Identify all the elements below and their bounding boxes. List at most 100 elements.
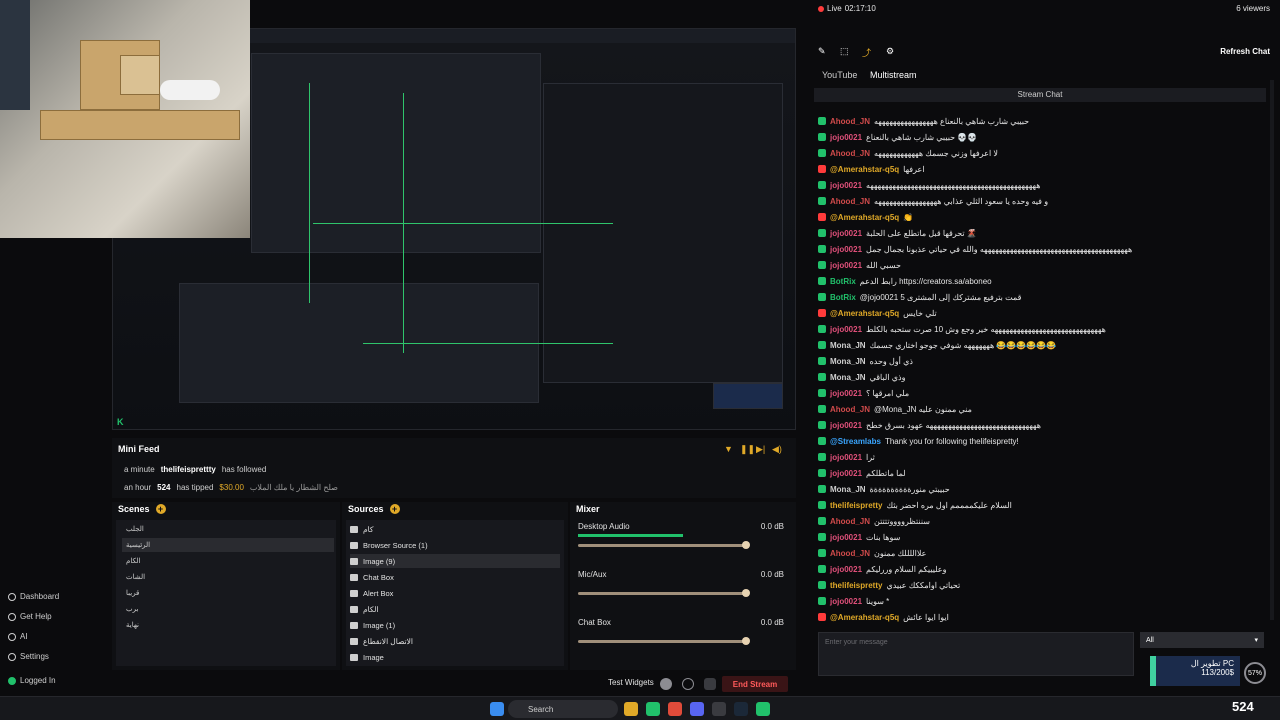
- nav-logged-in[interactable]: Logged In: [8, 676, 56, 685]
- windows-start-icon[interactable]: [490, 702, 504, 716]
- add-scene-button[interactable]: +: [155, 504, 166, 514]
- chat-username[interactable]: Mona_JN: [830, 485, 866, 494]
- volume-slider[interactable]: [578, 637, 750, 645]
- chat-username[interactable]: Mona_JN: [830, 341, 866, 350]
- folder-icon[interactable]: [624, 702, 638, 716]
- chat-username[interactable]: thelifeispretty: [830, 501, 882, 510]
- chat-text: ملي امرقها ؟: [866, 388, 910, 398]
- record-icon[interactable]: [660, 678, 672, 690]
- chat-username[interactable]: thelifeispretty: [830, 581, 882, 590]
- chat-username[interactable]: Ahood_JN: [830, 197, 870, 206]
- test-widgets-button[interactable]: Test Widgets: [608, 678, 654, 687]
- scene-item-active[interactable]: الرئيسية: [122, 538, 334, 552]
- chat-username[interactable]: jojo0021: [830, 181, 862, 190]
- tab-youtube[interactable]: YouTube: [822, 70, 857, 80]
- edit-icon[interactable]: ✎: [818, 46, 826, 57]
- chat-input[interactable]: Enter your message: [818, 632, 1134, 676]
- scene-item[interactable]: الجلب: [122, 522, 334, 536]
- chat-icon: [350, 573, 358, 581]
- chat-username[interactable]: jojo0021: [830, 389, 862, 398]
- volume-slider[interactable]: [578, 541, 750, 549]
- chat-username[interactable]: jojo0021: [830, 597, 862, 606]
- camera-icon[interactable]: [704, 678, 716, 690]
- nav-settings[interactable]: Settings: [8, 652, 49, 661]
- filter-icon[interactable]: ▼: [724, 444, 733, 454]
- chat-username[interactable]: jojo0021: [830, 469, 862, 478]
- chat-username[interactable]: Ahood_JN: [830, 149, 870, 158]
- chat-username[interactable]: Ahood_JN: [830, 549, 870, 558]
- refresh-chat-button[interactable]: Refresh Chat: [1220, 47, 1270, 56]
- pause-icon[interactable]: ❚❚: [740, 444, 755, 455]
- chat-username[interactable]: @Amerahstar-q5q: [830, 613, 899, 622]
- chat-username[interactable]: jojo0021: [830, 133, 862, 142]
- chat-username[interactable]: BotRix: [830, 293, 856, 302]
- taskbar-search[interactable]: Search: [508, 700, 618, 718]
- chat-username[interactable]: jojo0021: [830, 533, 862, 542]
- source-item[interactable]: Alert Box: [350, 586, 560, 600]
- chat-filter-select[interactable]: All ▾: [1140, 632, 1264, 648]
- discord-icon[interactable]: [690, 702, 704, 716]
- source-item[interactable]: الكام: [350, 602, 560, 616]
- tab-multistream[interactable]: Multistream: [870, 70, 917, 80]
- help-icon: [8, 612, 16, 621]
- scene-item[interactable]: نهاية: [122, 618, 334, 632]
- source-icon: [350, 525, 358, 533]
- source-item-active[interactable]: Image (9): [350, 554, 560, 568]
- browser-icon[interactable]: [668, 702, 682, 716]
- chat-username[interactable]: Ahood_JN: [830, 117, 870, 126]
- chat-username[interactable]: jojo0021: [830, 325, 862, 334]
- kick-icon: [818, 293, 826, 301]
- viewer-count: 6 viewers: [1236, 4, 1270, 13]
- chat-scrollbar[interactable]: [1270, 80, 1274, 620]
- app-icon[interactable]: [712, 702, 726, 716]
- chat-username[interactable]: @Amerahstar-q5q: [830, 309, 899, 318]
- skip-icon[interactable]: ▶|: [756, 444, 765, 455]
- chat-username[interactable]: jojo0021: [830, 453, 862, 462]
- mute-icon[interactable]: ◀): [772, 444, 782, 455]
- chat-username[interactable]: Mona_JN: [830, 373, 866, 382]
- add-source-button[interactable]: +: [389, 504, 400, 514]
- chat-username[interactable]: Ahood_JN: [830, 405, 870, 414]
- chat-username[interactable]: @Amerahstar-q5q: [830, 165, 899, 174]
- nav-get-help[interactable]: Get Help: [8, 612, 52, 621]
- scene-item[interactable]: برب: [122, 602, 334, 616]
- source-item[interactable]: Image (1): [350, 618, 560, 632]
- chat-username[interactable]: Mona_JN: [830, 357, 866, 366]
- share-icon[interactable]: ⤴: [862, 46, 871, 59]
- volume-knob[interactable]: [742, 589, 750, 597]
- scene-item[interactable]: الكام: [122, 554, 334, 568]
- volume-knob[interactable]: [742, 541, 750, 549]
- chat-username[interactable]: jojo0021: [830, 565, 862, 574]
- scene-item[interactable]: الشات: [122, 570, 334, 584]
- chat-username[interactable]: jojo0021: [830, 421, 862, 430]
- chat-username[interactable]: jojo0021: [830, 229, 862, 238]
- replay-icon[interactable]: [682, 678, 694, 690]
- volume-slider[interactable]: [578, 589, 750, 597]
- source-item[interactable]: Browser Source (1): [350, 538, 560, 552]
- volume-knob[interactable]: [742, 637, 750, 645]
- popout-icon[interactable]: ⬚: [840, 46, 849, 57]
- chat-username[interactable]: BotRix: [830, 277, 856, 286]
- source-item[interactable]: كام: [350, 522, 560, 536]
- chat-message: jojo0021 سوها بنات: [818, 530, 1264, 544]
- chat-text: وذي الباقي: [869, 372, 906, 382]
- chat-panel: Live 02:17:10 6 viewers ✎ ⬚ ⤴ ⚙ Refresh C…: [812, 0, 1280, 696]
- source-item[interactable]: الاتصال الانقطاع: [350, 634, 560, 648]
- chat-username[interactable]: Ahood_JN: [830, 517, 870, 526]
- nav-dashboard[interactable]: Dashboard: [8, 592, 59, 601]
- browser-icon: [350, 541, 358, 549]
- chat-username[interactable]: jojo0021: [830, 245, 862, 254]
- gear-icon[interactable]: ⚙: [886, 46, 894, 57]
- source-item[interactable]: Image: [350, 650, 560, 664]
- scene-item[interactable]: قريبا: [122, 586, 334, 600]
- steam-icon[interactable]: [734, 702, 748, 716]
- source-item[interactable]: Chat Box: [350, 570, 560, 584]
- streamlabs-icon[interactable]: [756, 702, 770, 716]
- chat-username[interactable]: jojo0021: [830, 261, 862, 270]
- nav-ai[interactable]: AI: [8, 632, 28, 641]
- end-stream-button[interactable]: End Stream: [722, 676, 788, 692]
- whatsapp-icon[interactable]: [646, 702, 660, 716]
- chat-username[interactable]: @Amerahstar-q5q: [830, 213, 899, 222]
- mixer-channel: Mic/Aux 0.0 dB: [576, 570, 788, 614]
- chat-username[interactable]: @Streamlabs: [830, 437, 881, 446]
